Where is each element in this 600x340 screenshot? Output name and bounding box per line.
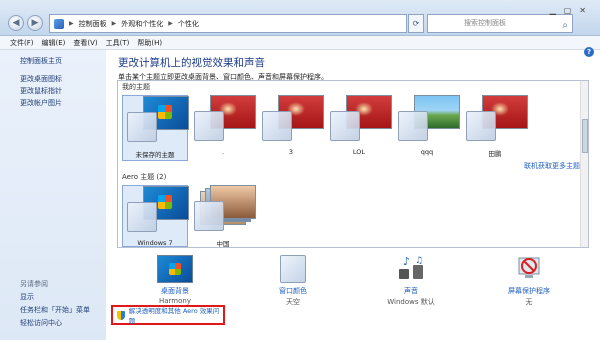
theme-color-swatch: [194, 201, 224, 231]
menu-help[interactable]: 帮助(H): [137, 38, 162, 48]
control-panel-icon: [54, 18, 64, 29]
help-icon[interactable]: ?: [584, 47, 594, 57]
search-placeholder: 搜索控制面板: [464, 19, 506, 27]
refresh-button[interactable]: ⟳: [408, 14, 424, 33]
menu-view[interactable]: 查看(V): [73, 38, 97, 48]
theme-name: LOL: [352, 148, 366, 156]
sound-setting[interactable]: ♪ ♫ 声音 Windows 默认: [371, 255, 451, 307]
chevron-right-icon: ▶: [69, 20, 74, 27]
window-controls: ▁ ▢ ✕: [550, 6, 586, 15]
window-color-label[interactable]: 窗口颜色: [253, 286, 333, 296]
theme-color-swatch: [330, 111, 360, 141]
theme-color-swatch: [398, 111, 428, 141]
taskbar-start-menu-link[interactable]: 任务栏和「开始」菜单: [20, 305, 90, 315]
see-also-title: 另请参阅: [20, 280, 48, 288]
window-color-setting[interactable]: 窗口颜色 天空: [253, 255, 333, 307]
maximize-button[interactable]: ▢: [564, 6, 572, 15]
left-pane: 控制面板主页 更改桌面图标 更改鼠标指针 更改帐户图片 另请参阅 显示 任务栏和…: [0, 50, 106, 340]
troubleshoot-aero-link[interactable]: 解决透明度和其他 Aero 效果问题: [111, 305, 225, 325]
theme-item[interactable]: .: [190, 95, 256, 156]
my-themes-label: 我的主题: [122, 83, 150, 91]
control-panel-home-link[interactable]: 控制面板主页: [20, 56, 62, 66]
theme-name: 未保存的主题: [135, 151, 175, 159]
screensaver-value: 无: [525, 298, 533, 306]
sound-label[interactable]: 声音: [371, 286, 451, 296]
menu-tools[interactable]: 工具(T): [106, 38, 130, 48]
theme-color-swatch: [127, 112, 157, 142]
aero-themes-label: Aero 主题 (2): [122, 173, 167, 181]
change-mouse-pointer-link[interactable]: 更改鼠标指针: [20, 86, 62, 96]
breadcrumb-control-panel[interactable]: 控制面板: [79, 19, 107, 29]
search-icon[interactable]: ⌕: [562, 17, 568, 34]
sound-icon: ♪ ♫: [393, 255, 429, 283]
screensaver-label[interactable]: 屏幕保护程序: [489, 286, 569, 296]
page-title: 更改计算机上的视觉效果和声音: [118, 57, 265, 69]
breadcrumb-personalization[interactable]: 个性化: [178, 19, 199, 29]
theme-color-swatch: [262, 111, 292, 141]
theme-item-selected[interactable]: Windows 7: [122, 185, 189, 247]
minimize-button[interactable]: ▁: [550, 6, 556, 15]
screensaver-setting[interactable]: 屏幕保护程序 无: [489, 255, 569, 307]
window-color-value: 天空: [286, 298, 300, 306]
theme-item[interactable]: 中国: [190, 185, 256, 248]
theme-color-swatch: [194, 111, 224, 141]
theme-list-scrollbar[interactable]: [580, 81, 588, 247]
ease-of-access-link[interactable]: 轻松访问中心: [20, 318, 62, 328]
desktop-background-setting[interactable]: 桌面背景 Harmony: [135, 255, 215, 305]
svg-text:♫: ♫: [415, 256, 423, 266]
menu-edit[interactable]: 编辑(E): [42, 38, 66, 48]
theme-name: 3: [288, 148, 294, 156]
close-button[interactable]: ✕: [579, 6, 586, 15]
theme-name: Windows 7: [137, 239, 173, 247]
theme-name: 田鹏: [488, 150, 502, 158]
search-input[interactable]: 搜索控制面板 ⌕: [427, 14, 573, 33]
theme-item[interactable]: LOL: [326, 95, 392, 156]
address-bar[interactable]: ▶ 控制面板 ▶ 外观和个性化 ▶ 个性化: [49, 14, 407, 33]
change-desktop-icons-link[interactable]: 更改桌面图标: [20, 74, 62, 84]
forward-button[interactable]: ▶: [27, 15, 43, 31]
chevron-right-icon: ▶: [168, 20, 173, 27]
theme-name: .: [221, 148, 225, 156]
menu-file[interactable]: 文件(F): [10, 38, 34, 48]
sound-value: Windows 默认: [387, 298, 435, 306]
desktop-background-value: Harmony: [159, 297, 191, 305]
theme-item[interactable]: qqq: [394, 95, 460, 156]
theme-list: 我的主题 未保存的主题 . 3 LOL qqq 田鹏 Aero 主题 (2) W…: [117, 80, 589, 248]
breadcrumb-appearance[interactable]: 外观和个性化: [121, 19, 163, 29]
shield-icon: [117, 310, 125, 320]
scrollbar-thumb[interactable]: [582, 119, 588, 153]
troubleshoot-aero-label[interactable]: 解决透明度和其他 Aero 效果问题: [129, 305, 223, 325]
desktop-background-label[interactable]: 桌面背景: [135, 286, 215, 296]
chevron-right-icon: ▶: [111, 20, 117, 27]
change-account-picture-link[interactable]: 更改帐户图片: [20, 98, 62, 108]
theme-item[interactable]: 未保存的主题: [122, 95, 189, 161]
title-bar: ◀ ▶ ▶ 控制面板 ▶ 外观和个性化 ▶ 个性化 ⟳ 搜索控制面板 ⌕ ▁ ▢…: [0, 0, 600, 36]
svg-text:♪: ♪: [403, 255, 410, 268]
theme-name: 中国: [216, 240, 230, 248]
get-more-themes-link[interactable]: 联机获取更多主题: [524, 161, 580, 171]
display-link[interactable]: 显示: [20, 292, 34, 302]
menu-bar: 文件(F) 编辑(E) 查看(V) 工具(T) 帮助(H): [0, 36, 600, 50]
theme-color-swatch: [466, 111, 496, 141]
screensaver-icon: [511, 255, 547, 283]
back-button[interactable]: ◀: [8, 15, 24, 31]
theme-color-swatch: [127, 202, 157, 232]
desktop-background-icon: [157, 255, 193, 283]
theme-item[interactable]: 3: [258, 95, 324, 156]
window-color-icon: [280, 255, 306, 283]
theme-item[interactable]: 田鹏: [462, 95, 528, 158]
theme-name: qqq: [420, 148, 434, 156]
